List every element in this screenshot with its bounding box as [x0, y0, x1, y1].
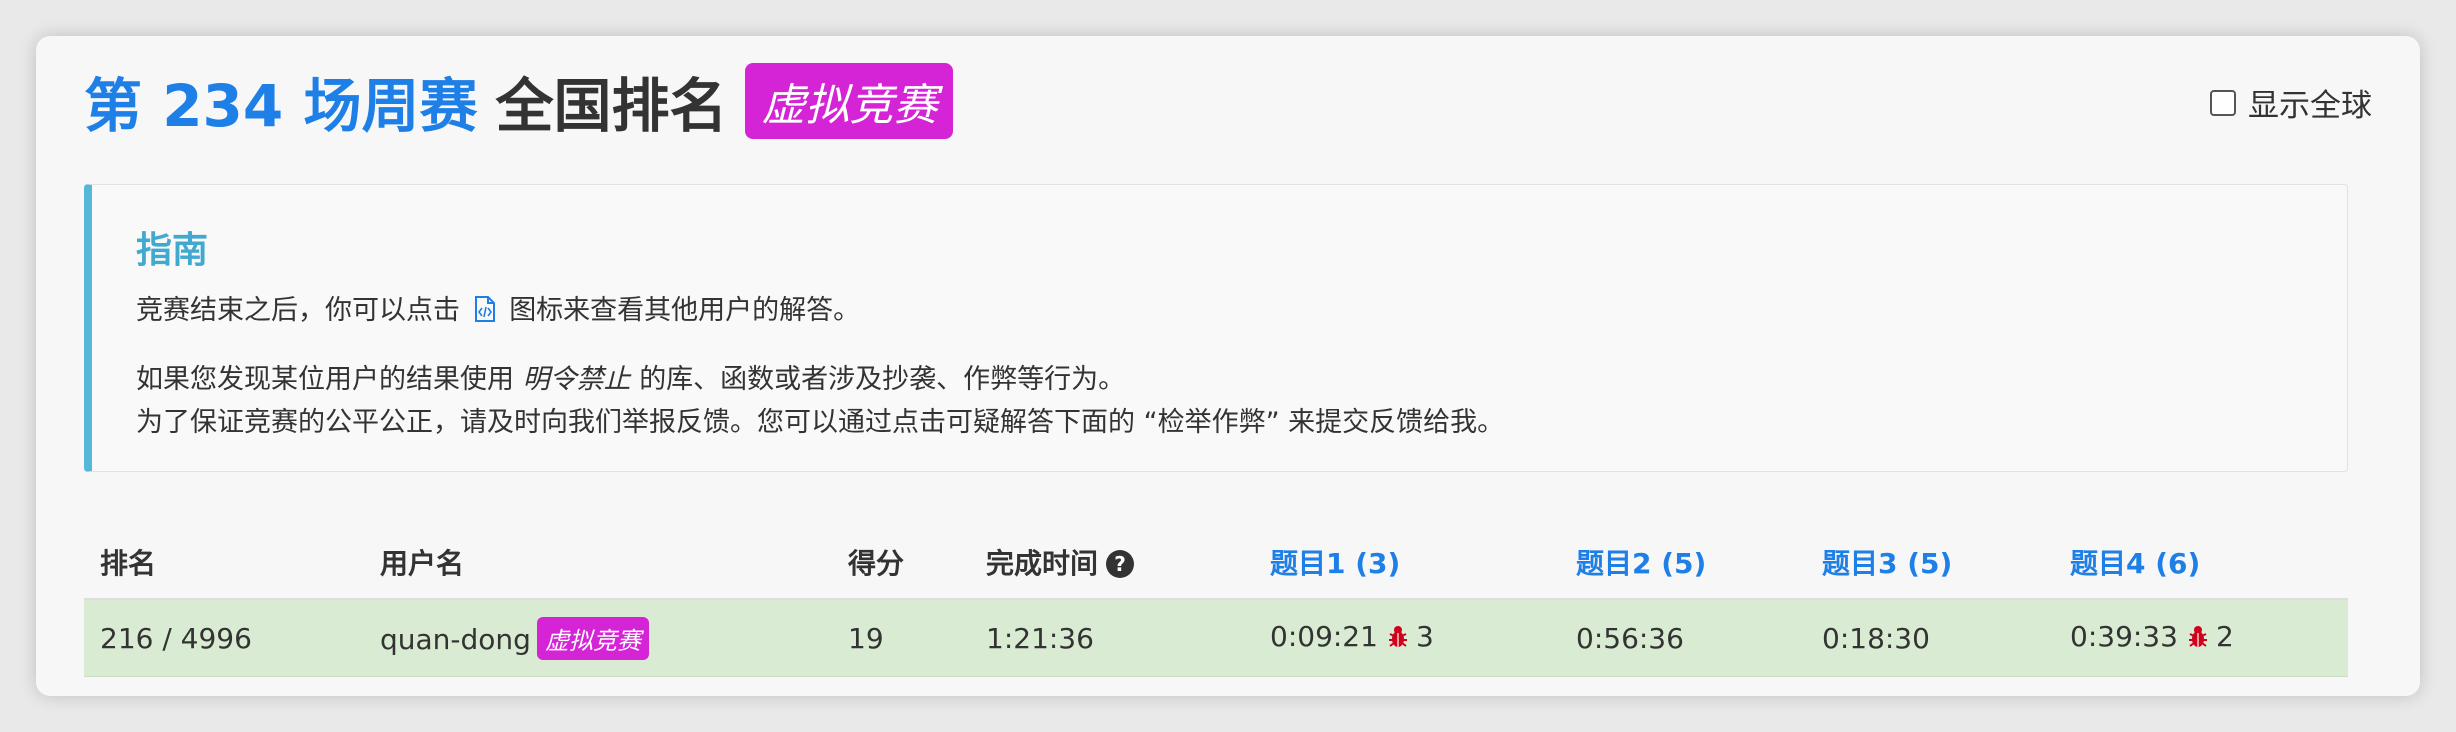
col-question-2[interactable]: 题目2 (5) — [1560, 542, 1806, 582]
page-header: 第 234 场周赛 全国排名 虚拟竞赛 显示全球 — [84, 56, 2372, 146]
rank-cell: 216 / 4996 — [100, 621, 252, 655]
col-username: 用户名 — [380, 547, 465, 580]
table-row-current-user: 216 / 4996 quan-dong 虚拟竞赛 19 1:21:36 0:09… — [84, 600, 2348, 677]
col-finish-time: 完成时间? — [970, 542, 1254, 582]
contest-ranking-card: 第 234 场周赛 全国排名 虚拟竞赛 显示全球 指南 竞赛结束之后，你可以点击… — [36, 36, 2420, 696]
show-global-label: 显示全球 — [2248, 88, 2372, 124]
ranking-table-header: 排名 用户名 得分 完成时间? 题目1 (3) 题目2 (5) 题目3 (5) … — [84, 526, 2348, 600]
contest-title[interactable]: 第 234 场周赛 — [84, 59, 477, 143]
virtual-contest-badge: 虚拟竞赛 — [745, 63, 954, 139]
guide-line-2: 如果您发现某位用户的结果使用 明令禁止 的库、函数或者涉及抄袭、作弊等行为。 — [136, 364, 1126, 395]
checkbox-icon[interactable] — [2210, 89, 2236, 116]
guide-line-1: 竞赛结束之后，你可以点击 图标来查看其他用户的解答。 — [136, 289, 2303, 336]
question-4-cell: 0:39:33 2 — [2054, 620, 2348, 657]
score-cell: 19 — [848, 621, 884, 655]
col-question-1[interactable]: 题目1 (3) — [1254, 542, 1560, 582]
question-1-bug-count: 3 — [1415, 619, 1434, 653]
question-4-bug-count: 2 — [2215, 619, 2234, 653]
guide-panel: 指南 竞赛结束之后，你可以点击 图标来查看其他用户的解答。 如果您发现某位用户的… — [84, 184, 2348, 472]
finish-time-cell: 1:21:36 — [986, 621, 1094, 655]
show-global-toggle[interactable]: 显示全球 — [2210, 80, 2372, 125]
guide-line-3: 为了保证竞赛的公平公正，请及时向我们举报反馈。您可以通过点击可疑解答下面的 “检… — [136, 407, 1505, 438]
col-question-4[interactable]: 题目4 (6) — [2054, 542, 2348, 582]
col-rank: 排名 — [100, 547, 157, 580]
code-file-icon — [473, 293, 497, 336]
virtual-contest-badge: 虚拟竞赛 — [536, 616, 649, 660]
username-link[interactable]: quan-dong — [380, 623, 531, 656]
table-row — [84, 678, 2348, 696]
question-1-cell: 0:09:21 3 — [1254, 620, 1560, 657]
forbidden-emphasis: 明令禁止 — [522, 364, 631, 395]
col-score: 得分 — [848, 547, 905, 580]
help-icon[interactable]: ? — [1106, 550, 1135, 578]
bug-icon — [2186, 624, 2210, 657]
bug-icon — [1386, 624, 1410, 657]
col-question-3[interactable]: 题目3 (5) — [1806, 542, 2054, 582]
ranking-scope-title: 全国排名 — [495, 72, 728, 140]
question-2-cell: 0:56:36 — [1576, 621, 1684, 655]
guide-title: 指南 — [136, 230, 209, 271]
username-cell: quan-dong 虚拟竞赛 — [364, 616, 832, 660]
question-3-cell: 0:18:30 — [1822, 621, 1930, 655]
